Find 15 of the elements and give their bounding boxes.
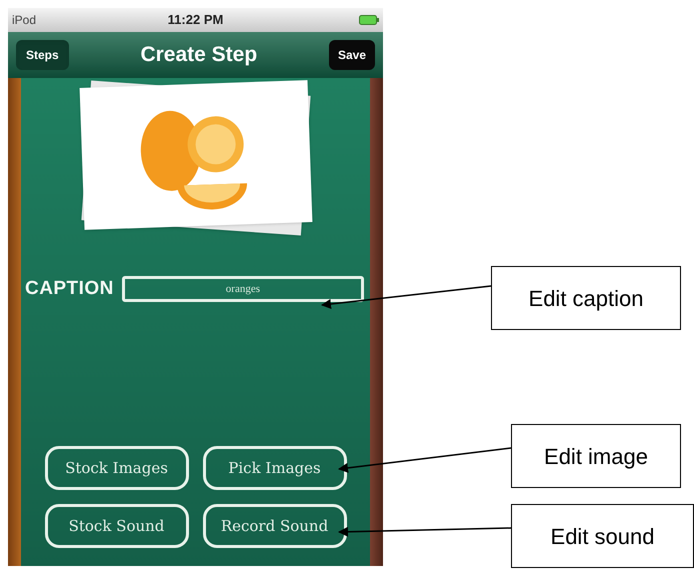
steps-back-button[interactable]: Steps [16,40,69,70]
caption-label: CAPTION [25,277,114,301]
chalk-button[interactable]: Record Sound [202,504,346,548]
carrier-label: iPod [12,12,38,29]
chalk-button[interactable]: Stock Sound [44,504,188,548]
screen-title: Create Step [140,42,258,68]
callout-label: Edit sound [511,504,694,568]
chalk-button[interactable]: Stock Images [44,446,188,490]
clock-time: 11:22 PM [168,11,224,30]
caption-input-field[interactable]: oranges [122,276,364,302]
callout-label: Edit caption [491,266,681,330]
save-button[interactable]: Save [328,40,375,70]
battery-icon [359,15,379,25]
callout-label: Edit image [511,424,681,488]
chalk-button[interactable]: Pick Images [202,446,346,490]
